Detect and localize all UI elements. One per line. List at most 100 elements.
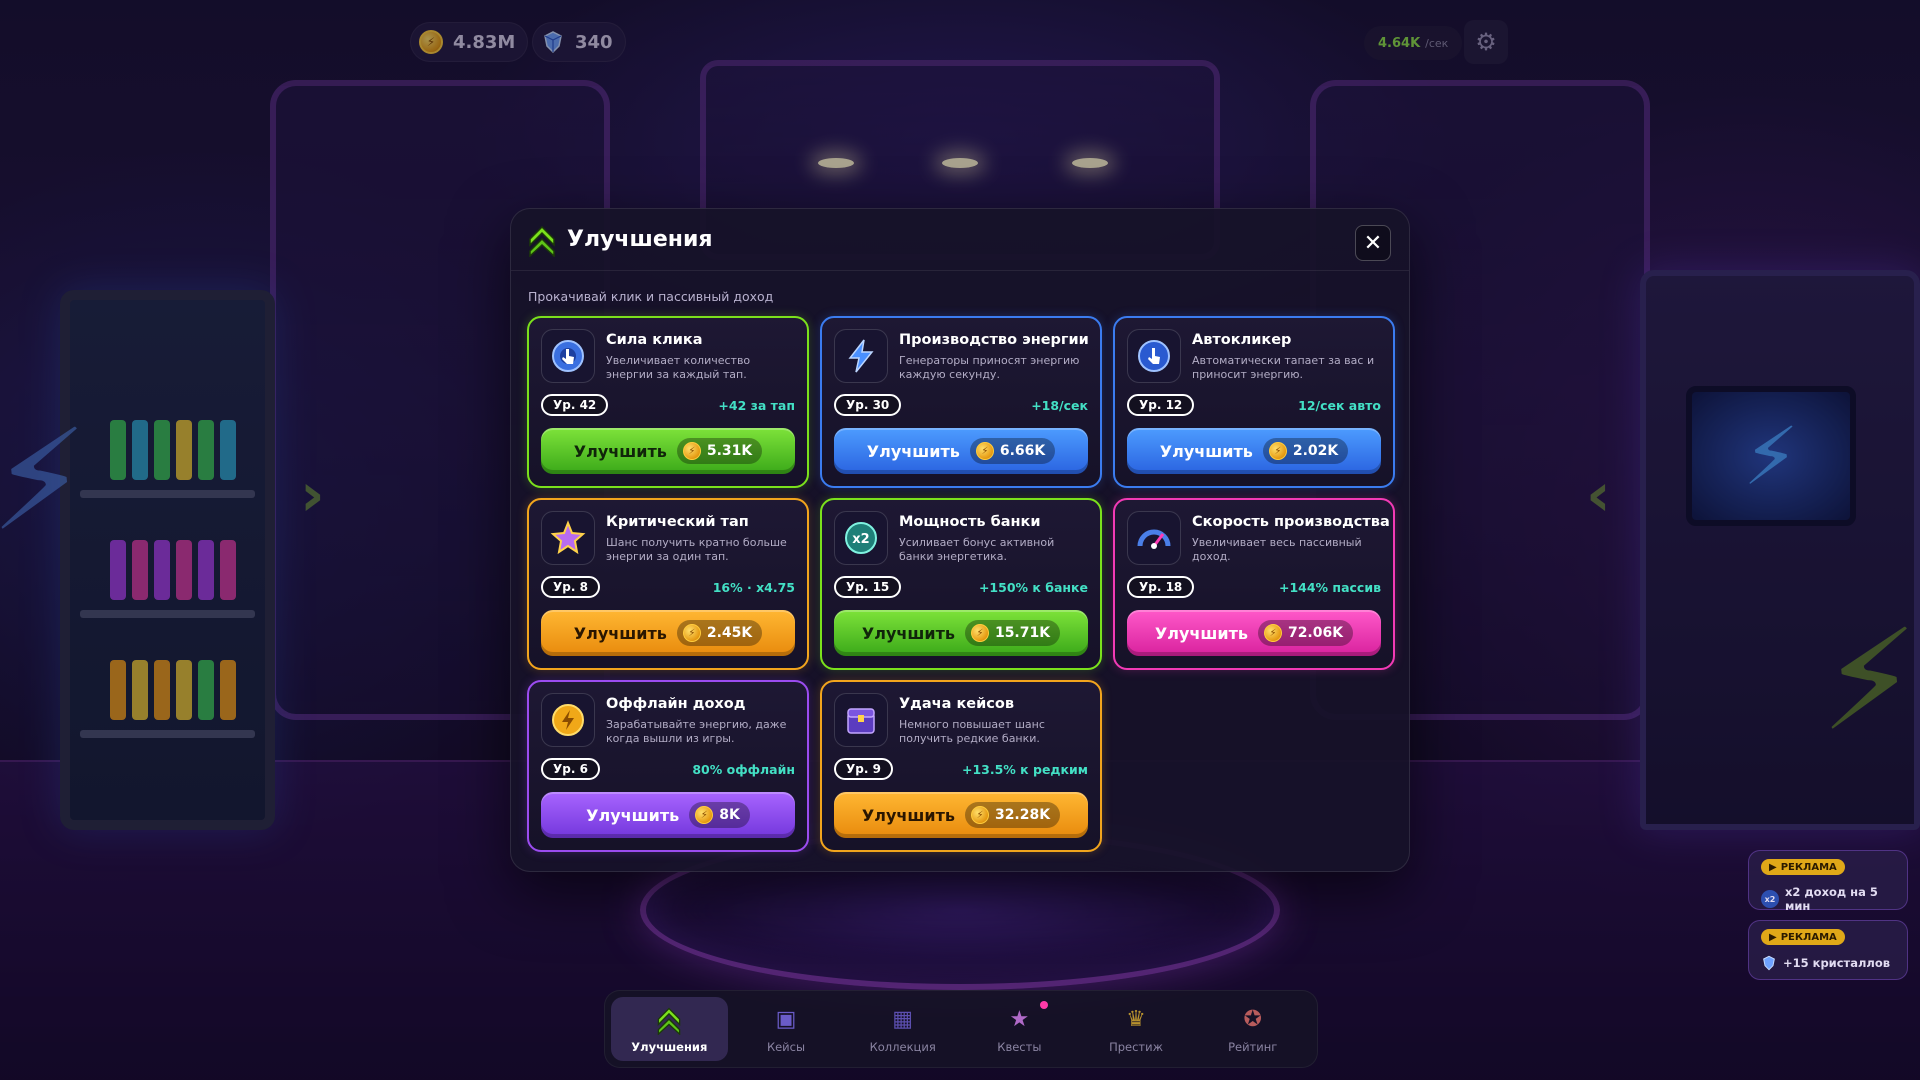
bottom-nav: Улучшения ▣ Кейсы ▦ Коллекция ★ Квесты ♛… (604, 990, 1318, 1068)
upgrade-description: Увеличивает количество энергии за каждый… (606, 354, 751, 381)
price-tag: ⚡ 2.45K (676, 620, 763, 646)
close-button[interactable]: ✕ (1355, 225, 1391, 261)
quest-star-icon: ★ (1009, 1007, 1030, 1032)
nav-label: Коллекция (869, 1039, 936, 1054)
upgrade-button-label: Улучшить (861, 805, 955, 825)
upgrades-modal: Улучшения ✕ Прокачивай клик и пассивный … (510, 208, 1410, 872)
upgrade-card-energy-production: Производство энергии Генераторы приносят… (820, 316, 1102, 488)
x2-icon: x2 (1761, 890, 1779, 908)
collection-icon: ▦ (892, 1007, 914, 1032)
upgrade-button[interactable]: Улучшить ⚡ 5.31K (541, 428, 795, 474)
coin-icon: ⚡ (682, 624, 701, 642)
price-value: 2.45K (706, 625, 753, 641)
price-tag: ⚡ 5.31K (676, 438, 763, 464)
price-tag: ⚡ 32.28K (964, 802, 1061, 828)
upgrade-effect: +18/сек (1031, 398, 1088, 413)
upgrade-button-label: Улучшить (586, 805, 680, 825)
notification-dot (1039, 1001, 1048, 1009)
upgrade-description: Генераторы приносят энергию каждую секун… (899, 354, 1080, 381)
upgrade-button[interactable]: Улучшить ⚡ 2.45K (541, 610, 795, 656)
upgrade-card-offline-income: Оффлайн доход Зарабатывайте энергию, даж… (527, 680, 809, 852)
upgrade-card-case-luck: Удача кейсов Немного повышает шанс получ… (820, 680, 1102, 852)
nav-label: Рейтинг (1228, 1039, 1278, 1054)
ad-badge: ▶ РЕКЛАМА (1761, 929, 1845, 945)
coin-icon: ⚡ (1263, 624, 1282, 642)
price-value: 32.28K (994, 807, 1051, 823)
upgrade-effect: +144% пассив (1278, 580, 1381, 595)
level-badge: Ур. 6 (541, 758, 600, 780)
upgrade-effect: 12/сек авто (1298, 398, 1381, 413)
upgrade-effect: +150% к банке (978, 580, 1088, 595)
upgrade-button[interactable]: Улучшить ⚡ 32.28K (834, 792, 1088, 838)
level-badge: Ур. 9 (834, 758, 893, 780)
nav-collection[interactable]: ▦ Коллекция (844, 997, 961, 1061)
upgrade-button-label: Улучшить (1159, 441, 1253, 461)
price-tag: ⚡ 6.66K (969, 438, 1056, 464)
coin-icon (541, 693, 595, 747)
upgrade-effect: 16% · x4.75 (712, 580, 795, 595)
x2-icon: x2 (834, 511, 888, 565)
upgrade-button[interactable]: Улучшить ⚡ 72.06K (1127, 610, 1381, 656)
modal-header: Улучшения (511, 209, 1409, 271)
upgrade-button-label: Улучшить (866, 441, 960, 461)
coin-icon: ⚡ (1268, 442, 1287, 460)
speedometer-icon (1127, 511, 1181, 565)
upgrade-title: Скорость производства (1192, 514, 1390, 530)
upgrade-title: Критический тап (606, 514, 749, 530)
upgrade-button[interactable]: Улучшить ⚡ 6.66K (834, 428, 1088, 474)
nav-cases[interactable]: ▣ Кейсы (728, 997, 845, 1061)
ad-text: x2 доход на 5 мин (1784, 885, 1878, 913)
nav-label: Улучшения (631, 1039, 708, 1054)
modal-subtitle: Прокачивай клик и пассивный доход (528, 289, 774, 304)
nav-quests[interactable]: ★ Квесты (961, 997, 1078, 1061)
price-tag: ⚡ 15.71K (964, 620, 1061, 646)
price-value: 6.66K (999, 443, 1046, 459)
svg-text:x2: x2 (852, 532, 869, 547)
upgrade-button[interactable]: Улучшить ⚡ 8K (541, 792, 795, 838)
upgrade-card-click-power: Сила клика Увеличивает количество энерги… (527, 316, 809, 488)
upgrade-card-production-speed: Скорость производства Увеличивает весь п… (1113, 498, 1395, 670)
upgrade-button[interactable]: Улучшить ⚡ 15.71K (834, 610, 1088, 656)
gem-icon (1763, 955, 1775, 971)
upgrade-title: Удача кейсов (899, 696, 1015, 712)
ad-text: +15 кристаллов (1783, 956, 1891, 970)
upgrade-title: Производство энергии (899, 332, 1089, 348)
nav-prestige[interactable]: ♛ Престиж (1078, 997, 1195, 1061)
upgrade-effect: +13.5% к редким (961, 762, 1088, 777)
upgrade-card-autoclicker: Автокликер Автоматически тапает за вас и… (1113, 316, 1395, 488)
nav-rating[interactable]: ✪ Рейтинг (1194, 997, 1311, 1061)
level-badge: Ур. 30 (834, 394, 902, 416)
upgrade-button[interactable]: Улучшить ⚡ 2.02K (1127, 428, 1381, 474)
upgrade-chevrons-icon (529, 225, 555, 257)
modal-title: Улучшения (567, 227, 713, 252)
price-value: 72.06K (1287, 625, 1344, 641)
nav-label: Престиж (1109, 1039, 1163, 1054)
case-icon: ▣ (775, 1007, 797, 1032)
ad-gems[interactable]: ▶ РЕКЛАМА +15 кристаллов (1748, 920, 1908, 980)
auto-tap-icon (1127, 329, 1181, 383)
close-icon: ✕ (1363, 230, 1383, 256)
upgrade-title: Оффлайн доход (606, 696, 746, 712)
upgrade-description: Шанс получить кратно больше энергии за о… (606, 536, 787, 563)
price-value: 8K (719, 807, 740, 823)
upgrade-description: Автоматически тапает за вас и приносит э… (1192, 354, 1375, 381)
coin-icon: ⚡ (975, 442, 994, 460)
level-badge: Ур. 18 (1127, 576, 1195, 598)
tap-hand-icon (541, 329, 595, 383)
coin-icon: ⚡ (695, 806, 714, 824)
coin-icon: ⚡ (970, 806, 989, 824)
price-tag: ⚡ 8K (689, 802, 750, 828)
chest-icon (834, 693, 888, 747)
nav-label: Квесты (997, 1039, 1042, 1054)
nav-upgrades[interactable]: Улучшения (611, 997, 728, 1061)
upgrade-button-label: Улучшить (573, 623, 667, 643)
price-value: 15.71K (994, 625, 1051, 641)
star-icon (541, 511, 595, 565)
price-value: 2.02K (1292, 443, 1339, 459)
level-badge: Ур. 12 (1127, 394, 1195, 416)
price-value: 5.31K (706, 443, 753, 459)
ad-double-income[interactable]: ▶ РЕКЛАМА x2 x2 доход на 5 мин (1748, 850, 1908, 913)
lightning-icon (834, 329, 888, 383)
upgrade-description: Усиливает бонус активной банки энергетик… (899, 536, 1055, 563)
upgrade-card-critical-tap: Критический тап Шанс получить кратно бол… (527, 498, 809, 670)
